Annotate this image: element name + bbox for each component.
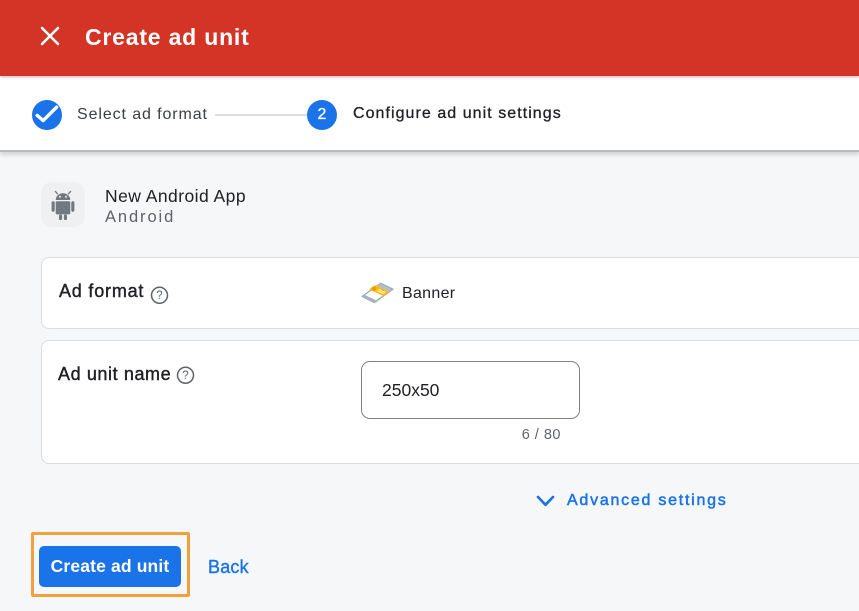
svg-text:?: ? <box>156 290 162 302</box>
svg-text:?: ? <box>182 370 188 382</box>
